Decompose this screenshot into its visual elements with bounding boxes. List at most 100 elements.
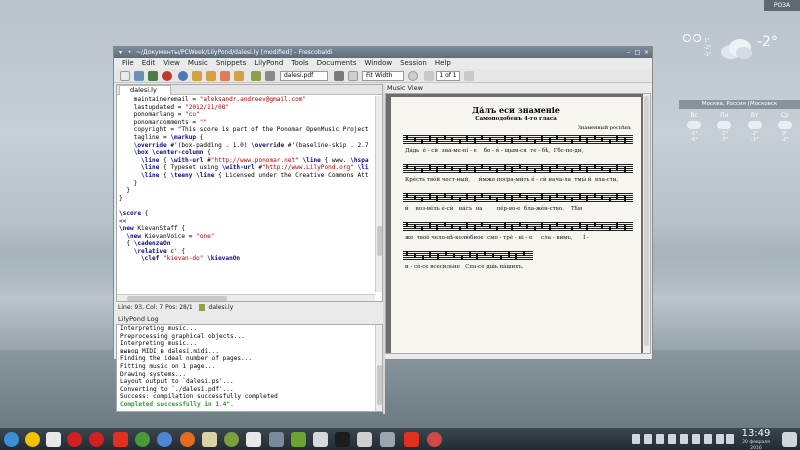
firefox-icon[interactable] — [180, 432, 195, 447]
maximize-icon[interactable]: □ — [634, 49, 641, 56]
weather-controls[interactable] — [683, 34, 701, 42]
terminal-icon[interactable] — [269, 432, 284, 447]
note-mark — [406, 193, 408, 198]
score-page[interactable]: Да́лъ еси знаменіе Самоподобенъ 4-го гла… — [391, 97, 641, 353]
opera-dev-icon[interactable] — [89, 432, 104, 447]
lilypond-log[interactable]: Interpreting music... Preprocessing graph… — [116, 324, 383, 412]
print-icon[interactable] — [334, 71, 344, 81]
display-icon[interactable] — [380, 432, 395, 447]
editor-horizontal-scrollbar[interactable] — [117, 294, 375, 301]
note-mark — [556, 164, 558, 169]
clock[interactable]: 13:49 20 февраля 2016 — [736, 428, 776, 450]
note-mark — [451, 166, 453, 171]
log-vertical-scrollbar[interactable] — [375, 325, 382, 411]
menu-documents[interactable]: Documents — [317, 58, 357, 69]
monitor-icon[interactable] — [357, 432, 372, 447]
zoom-icon[interactable] — [348, 71, 358, 81]
notes-icon[interactable] — [46, 432, 61, 447]
close-icon[interactable]: × — [643, 49, 650, 56]
lilypond-run-icon[interactable] — [178, 71, 188, 81]
clipboard-icon[interactable] — [632, 434, 640, 444]
zoom-fit-icon[interactable] — [408, 71, 418, 81]
menu-music[interactable]: Music — [188, 58, 208, 69]
tab-dalesi[interactable]: dalesi.ly — [119, 85, 171, 95]
menu-tools[interactable]: Tools — [291, 58, 308, 69]
undo-icon[interactable] — [192, 71, 202, 81]
previous-page-icon[interactable] — [424, 71, 434, 81]
note-mark — [548, 196, 551, 201]
music-view[interactable]: Да́лъ еси знаменіе Самоподобенъ 4-го гла… — [385, 93, 651, 354]
refresh-icon[interactable] — [683, 34, 691, 42]
forward-icon[interactable] — [234, 71, 244, 81]
keyboard-layout-indicator[interactable]: РОЗА — [764, 0, 800, 11]
edit-icon[interactable] — [251, 71, 261, 81]
volume-icon[interactable] — [716, 434, 724, 444]
menu-lilypond[interactable]: LilyPond — [254, 58, 283, 69]
music-view-scrollbar[interactable] — [643, 94, 650, 353]
video-icon[interactable] — [291, 432, 306, 447]
vivaldi-window-icon[interactable] — [404, 432, 419, 447]
open-icon[interactable] — [134, 71, 144, 81]
window-titlebar[interactable]: ▾ • ~/Документы/PCWeek/LilyPond/dalesi.l… — [114, 47, 652, 58]
vivaldi-icon[interactable] — [113, 432, 128, 447]
scroll-thumb[interactable] — [377, 365, 382, 405]
note-mark — [428, 136, 431, 141]
menu-snippets[interactable]: Snippets — [216, 58, 246, 69]
note-mark — [481, 164, 483, 169]
app-menu-icon[interactable]: ▾ — [117, 49, 124, 56]
code-editor[interactable]: maintaineremail = "aleksandr.andreev@gma… — [117, 96, 375, 292]
note-mark — [406, 222, 408, 227]
text-editor-icon[interactable] — [246, 432, 261, 447]
document-tabbar: dalesi.ly — [117, 85, 382, 95]
weather-location[interactable]: Москва, Россия (Московск — [679, 100, 800, 109]
menu-edit[interactable]: Edit — [142, 58, 156, 69]
zoom-select[interactable]: Fit Width — [362, 71, 404, 81]
network-icon[interactable] — [644, 434, 652, 444]
scroll-thumb[interactable] — [644, 96, 649, 346]
frescobaldi-taskbar-icon[interactable] — [224, 432, 239, 447]
screenshot-icon[interactable] — [313, 432, 328, 447]
menu-session[interactable]: Session — [400, 58, 427, 69]
menu-file[interactable]: File — [122, 58, 134, 69]
minimize-icon[interactable]: – — [625, 49, 632, 56]
menu-help[interactable]: Help — [435, 58, 451, 69]
note-mark — [533, 139, 536, 144]
editor-vertical-scrollbar[interactable] — [375, 96, 382, 292]
page-indicator[interactable]: 1 of 1 — [436, 71, 460, 81]
next-page-icon[interactable] — [464, 71, 474, 81]
save-icon[interactable] — [148, 71, 158, 81]
scroll-thumb[interactable] — [377, 226, 382, 256]
close-tray-icon[interactable] — [692, 434, 700, 444]
notifications-icon[interactable] — [726, 434, 734, 444]
usb-icon[interactable] — [704, 434, 712, 444]
app-launcher-icon[interactable] — [4, 432, 19, 447]
frescobaldi-window: ▾ • ~/Документы/PCWeek/LilyPond/dalesi.l… — [113, 46, 653, 414]
show-desktop-icon[interactable] — [782, 432, 797, 447]
note-mark — [616, 136, 618, 141]
stop-icon[interactable] — [162, 71, 172, 81]
pin-icon[interactable]: • — [126, 49, 133, 56]
settings-icon[interactable] — [693, 34, 701, 42]
opera-icon[interactable] — [67, 432, 82, 447]
note-mark — [466, 165, 468, 170]
back-icon[interactable] — [220, 71, 230, 81]
bluetooth-icon[interactable] — [680, 434, 688, 444]
console-icon[interactable] — [335, 432, 350, 447]
chat-icon[interactable] — [25, 432, 40, 447]
chrome-icon[interactable] — [135, 432, 150, 447]
note-mark — [428, 223, 431, 228]
scroll-thumb[interactable] — [127, 296, 227, 301]
app-red-icon[interactable] — [427, 432, 442, 447]
chromium-icon[interactable] — [157, 432, 172, 447]
keyboard-icon[interactable] — [668, 434, 676, 444]
tray-icon[interactable] — [656, 434, 664, 444]
print-preview-icon[interactable] — [265, 71, 275, 81]
menu-view[interactable]: View — [163, 58, 180, 69]
document-select[interactable]: dalesi.pdf — [280, 71, 328, 81]
note-mark — [496, 168, 498, 173]
note-mark — [601, 195, 603, 200]
new-document-icon[interactable] — [120, 71, 130, 81]
redo-icon[interactable] — [206, 71, 216, 81]
mail-icon[interactable] — [202, 432, 217, 447]
menu-window[interactable]: Window — [365, 58, 393, 69]
